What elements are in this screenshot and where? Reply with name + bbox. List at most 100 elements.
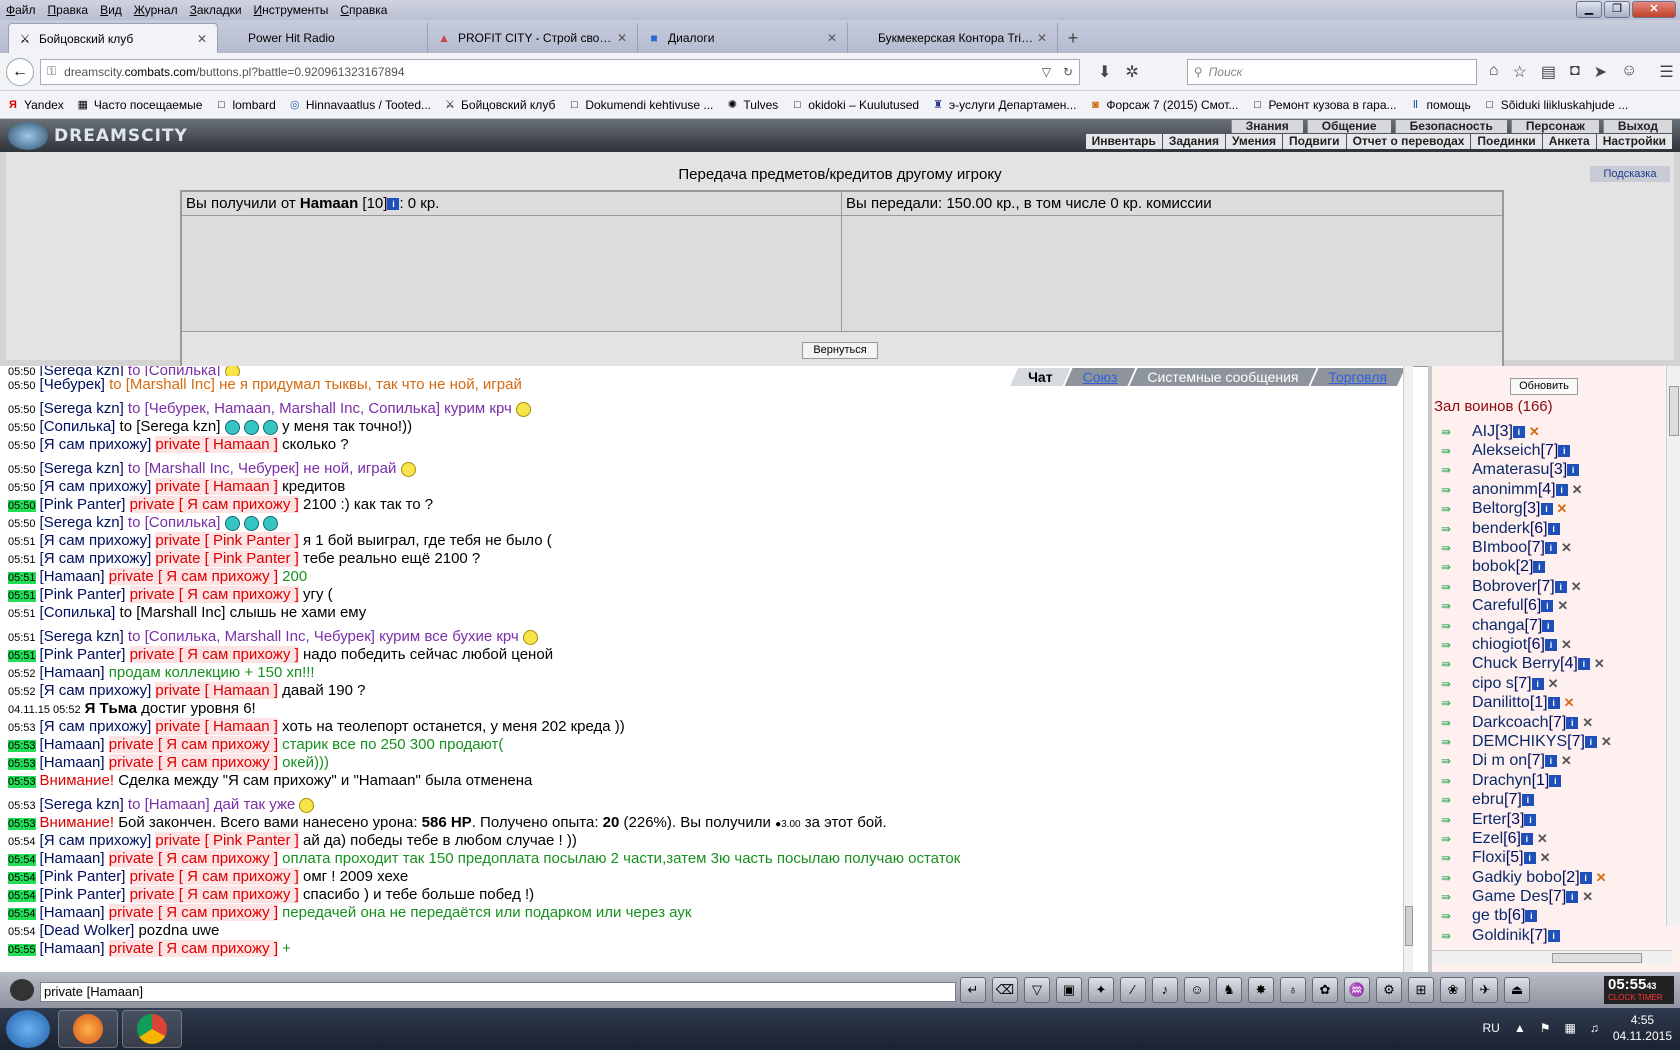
user-name[interactable]: AIJ bbox=[1472, 423, 1495, 441]
bottle-icon[interactable]: ♁ bbox=[1280, 977, 1306, 1003]
bookmark-most-visited[interactable]: ▦ Часто посещаемые bbox=[76, 98, 203, 112]
submenu-settings[interactable]: Настройки bbox=[1595, 134, 1672, 149]
menu-edit[interactable]: Правка bbox=[42, 3, 95, 17]
search-input[interactable]: ⚲ Поиск bbox=[1186, 58, 1477, 85]
user-row[interactable]: ⇛ ge tb [6] i bbox=[1434, 907, 1664, 926]
home-icon[interactable]: ⌂ bbox=[1489, 62, 1499, 82]
hint-button[interactable]: Подсказка bbox=[1590, 166, 1670, 182]
info-icon[interactable]: i bbox=[1531, 677, 1544, 690]
info-icon[interactable]: i bbox=[1549, 774, 1562, 787]
user-name[interactable]: Darkcoach bbox=[1472, 714, 1548, 732]
battle-cross-icon[interactable]: ✕ bbox=[1537, 831, 1548, 847]
bookmark-forsazh[interactable]: ◙ Форсаж 7 (2015) Смот... bbox=[1088, 98, 1238, 112]
user-row[interactable]: ⇛ Amaterasu [3] i bbox=[1434, 461, 1664, 480]
menu-help[interactable]: Справка bbox=[334, 3, 393, 17]
info-icon[interactable]: i bbox=[1520, 832, 1533, 845]
start-button[interactable] bbox=[6, 1010, 50, 1048]
battle-cross-icon[interactable]: ✕ bbox=[1540, 850, 1551, 866]
battle-cross-icon[interactable]: ✕ bbox=[1582, 889, 1593, 905]
user-row[interactable]: ⇛ Chuck Berry [4] i ✕ bbox=[1434, 655, 1664, 674]
user-name[interactable]: cipo s bbox=[1472, 675, 1514, 693]
user-name[interactable]: ge tb bbox=[1472, 907, 1508, 925]
info-icon[interactable]: i bbox=[1544, 638, 1557, 651]
bookmark-yandex[interactable]: Я Yandex bbox=[6, 98, 64, 112]
user-row[interactable]: ⇛ Floxi [5] i ✕ bbox=[1434, 849, 1664, 868]
close-tab-icon[interactable]: ✕ bbox=[615, 31, 629, 45]
user-name[interactable]: anonimm bbox=[1472, 481, 1538, 499]
eraser-icon[interactable]: ⌫ bbox=[992, 977, 1018, 1003]
send-icon[interactable]: ↵ bbox=[960, 977, 986, 1003]
tray-arrow-icon[interactable]: ▲ bbox=[1514, 1021, 1526, 1035]
battle-cross-icon[interactable]: ✕ bbox=[1557, 598, 1568, 614]
bookmark-tulves[interactable]: ✺ Tulves bbox=[725, 98, 779, 112]
hamburger-menu-icon[interactable]: ☰ bbox=[1659, 62, 1673, 82]
battle-cross-icon[interactable]: ✕ bbox=[1582, 715, 1593, 731]
bookmark-combats[interactable]: ⚔ Бойцовский клуб bbox=[443, 98, 555, 112]
volume-icon[interactable]: ♫ bbox=[1590, 1021, 1599, 1035]
smiley-icon[interactable]: ☺ bbox=[1184, 977, 1210, 1003]
scroll-icon[interactable]: ♒ bbox=[1344, 977, 1370, 1003]
user-row[interactable]: ⇛ Drachyn [1] i bbox=[1434, 771, 1664, 790]
user-row[interactable]: ⇛ cipo s [7] i ✕ bbox=[1434, 674, 1664, 693]
user-row[interactable]: ⇛ DEMCHIKYS [7] i ✕ bbox=[1434, 732, 1664, 751]
bookmark-okidoki[interactable]: □ okidoki – Kuulutused bbox=[790, 98, 919, 112]
info-icon[interactable]: i bbox=[1544, 542, 1557, 555]
helmet-icon[interactable]: ♞ bbox=[1216, 977, 1242, 1003]
beast-icon[interactable]: ✿ bbox=[1312, 977, 1338, 1003]
close-window-button[interactable]: ✕ bbox=[1632, 1, 1676, 18]
submenu-quests[interactable]: Задания bbox=[1161, 134, 1225, 149]
user-row[interactable]: ⇛ Gadkiy bobo [2] i ✕ bbox=[1434, 868, 1664, 887]
user-name[interactable]: chiogiot bbox=[1472, 636, 1527, 654]
menu-communication[interactable]: Общение bbox=[1306, 120, 1391, 133]
user-row[interactable]: ⇛ benderk [6] i bbox=[1434, 519, 1664, 538]
back-button[interactable]: ← bbox=[6, 57, 34, 86]
tab-trade[interactable]: Торговля bbox=[1311, 368, 1405, 386]
tab-combats[interactable]: ⚔ Бойцовский клуб ✕ bbox=[8, 23, 218, 53]
info-icon[interactable]: i bbox=[1512, 425, 1525, 438]
menu-security[interactable]: Безопасность bbox=[1394, 120, 1507, 133]
user-name[interactable]: Goldinik bbox=[1472, 927, 1530, 945]
save-icon[interactable]: ▣ bbox=[1056, 977, 1082, 1003]
battle-cross-icon[interactable]: ✕ bbox=[1596, 870, 1607, 886]
close-tab-icon[interactable]: ✕ bbox=[1035, 31, 1049, 45]
smiley-icon[interactable]: ☺ bbox=[1621, 62, 1637, 82]
reload-icon[interactable]: ↻ bbox=[1063, 65, 1073, 79]
tab-system-messages[interactable]: Системные сообщения bbox=[1129, 368, 1316, 386]
user-name[interactable]: Alekseich bbox=[1472, 442, 1540, 460]
user-name[interactable]: bobok bbox=[1472, 558, 1516, 576]
battle-cross-icon[interactable]: ✕ bbox=[1594, 656, 1605, 672]
fighter-icon[interactable]: ✦ bbox=[1088, 977, 1114, 1003]
info-icon[interactable]: i bbox=[1577, 658, 1590, 671]
bookmark-help[interactable]: Ⅱпомощь bbox=[1409, 98, 1471, 112]
return-button[interactable]: Вернуться bbox=[802, 342, 878, 359]
new-tab-button[interactable]: + bbox=[1058, 23, 1088, 53]
info-icon[interactable]: i bbox=[1542, 619, 1555, 632]
send-icon[interactable]: ➤ bbox=[1594, 62, 1607, 82]
download-icon[interactable]: ⬇ bbox=[1098, 62, 1111, 82]
info-icon[interactable]: i bbox=[1555, 483, 1568, 496]
info-icon[interactable]: i bbox=[1523, 852, 1536, 865]
chat-face-icon[interactable] bbox=[10, 979, 34, 1001]
user-row[interactable]: ⇛ Bobrover [7] i ✕ bbox=[1434, 577, 1664, 596]
info-icon[interactable]: i bbox=[1547, 929, 1560, 942]
user-name[interactable]: Beltorg bbox=[1472, 500, 1523, 518]
users-scrollbar[interactable] bbox=[1666, 366, 1680, 926]
info-icon[interactable]: i bbox=[1524, 813, 1537, 826]
chat-scrollbar[interactable] bbox=[1403, 366, 1413, 972]
submenu-profile[interactable]: Анкета bbox=[1541, 134, 1596, 149]
info-icon[interactable]: i bbox=[1567, 464, 1580, 477]
info-icon[interactable]: i bbox=[1525, 910, 1538, 923]
battle-cross-icon[interactable]: ✕ bbox=[1572, 482, 1583, 498]
bookmark-dokumendi[interactable]: □ Dokumendi kehtivuse ... bbox=[567, 98, 713, 112]
language-indicator[interactable]: RU bbox=[1482, 1021, 1499, 1035]
tab-bookmaker[interactable]: Букмекерская Контора Triobe... ✕ bbox=[848, 23, 1058, 53]
bookmark-hinnavaatlus[interactable]: ◎ Hinnavaatlus / Tooted... bbox=[288, 98, 431, 112]
tab-profit-city[interactable]: ▲ PROFIT CITY - Строй свой... ✕ bbox=[428, 23, 638, 53]
gear-icon[interactable]: ⚙ bbox=[1376, 977, 1402, 1003]
user-name[interactable]: Gadkiy bobo bbox=[1472, 869, 1562, 887]
user-row[interactable]: ⇛ Di m on [7] i ✕ bbox=[1434, 752, 1664, 771]
user-row[interactable]: ⇛ Ezel [6] i ✕ bbox=[1434, 829, 1664, 848]
battle-cross-icon[interactable]: ✕ bbox=[1557, 501, 1568, 517]
info-icon[interactable]: i bbox=[1544, 755, 1557, 768]
star-icon[interactable]: ☆ bbox=[1512, 62, 1526, 82]
